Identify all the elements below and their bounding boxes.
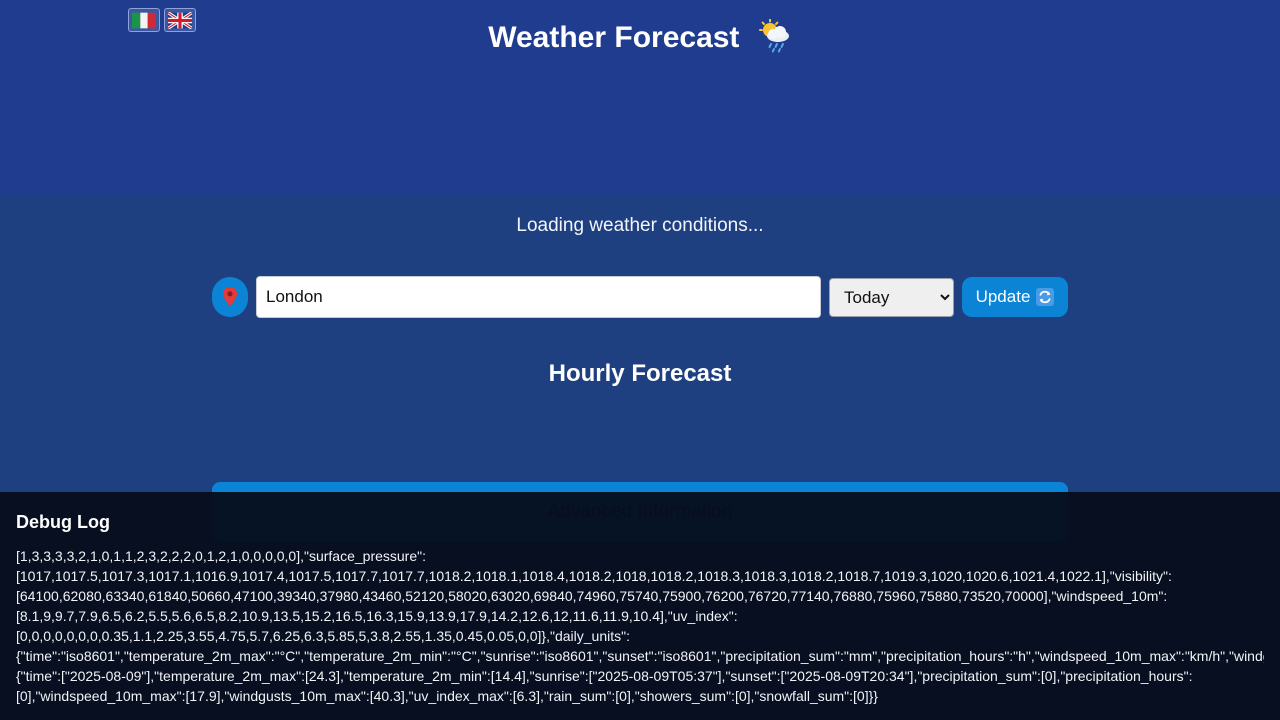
page-title-text: Weather Forecast (488, 21, 740, 54)
search-controls: Today Update (212, 276, 1068, 318)
debug-log-line: {"time":"iso8601","temperature_2m_max":"… (16, 648, 1264, 664)
debug-log-panel: Debug Log [1,3,3,3,3,2,1,0,1,1,2,3,2,2,2… (0, 492, 1280, 720)
debug-log-line: [0,0,0,0,0,0,0,0.35,1.1,2.25,3.55,4.75,5… (16, 628, 630, 644)
refresh-icon (1036, 288, 1055, 306)
debug-log-title: Debug Log (16, 512, 110, 532)
debug-log-line: {"time":["2025-08-09"],"temperature_2m_m… (16, 668, 1193, 684)
debug-log-line: [0],"windspeed_10m_max":[17.9],"windgust… (16, 688, 878, 704)
hourly-forecast-title: Hourly Forecast (548, 360, 732, 387)
city-input[interactable] (256, 276, 821, 318)
debug-log-text: [1,3,3,3,3,2,1,0,1,1,2,3,2,2,2,0,1,2,1,0… (16, 546, 1264, 706)
debug-log-line: [1017,1017.5,1017.3,1017.1,1016.9,1017.4… (16, 568, 1172, 584)
page-title: Weather Forecast (0, 18, 1280, 58)
update-button-label: Update (975, 287, 1031, 306)
location-button[interactable] (212, 277, 248, 317)
sun-behind-rain-cloud-icon (758, 19, 789, 53)
loading-status: Loading weather conditions... (516, 215, 764, 236)
day-select[interactable]: Today (829, 278, 954, 317)
pin-icon (223, 287, 237, 307)
debug-log-line: [8.1,9,9.7,7.9,6.5,6.2,5.5,5.6,6.5,8.2,1… (16, 608, 738, 624)
update-button[interactable]: Update (962, 277, 1068, 317)
debug-log-line: [1,3,3,3,3,2,1,0,1,1,2,3,2,2,2,0,1,2,1,0… (16, 548, 426, 564)
debug-log-line: [64100,62080,63340,61840,50660,47100,393… (16, 588, 1168, 604)
